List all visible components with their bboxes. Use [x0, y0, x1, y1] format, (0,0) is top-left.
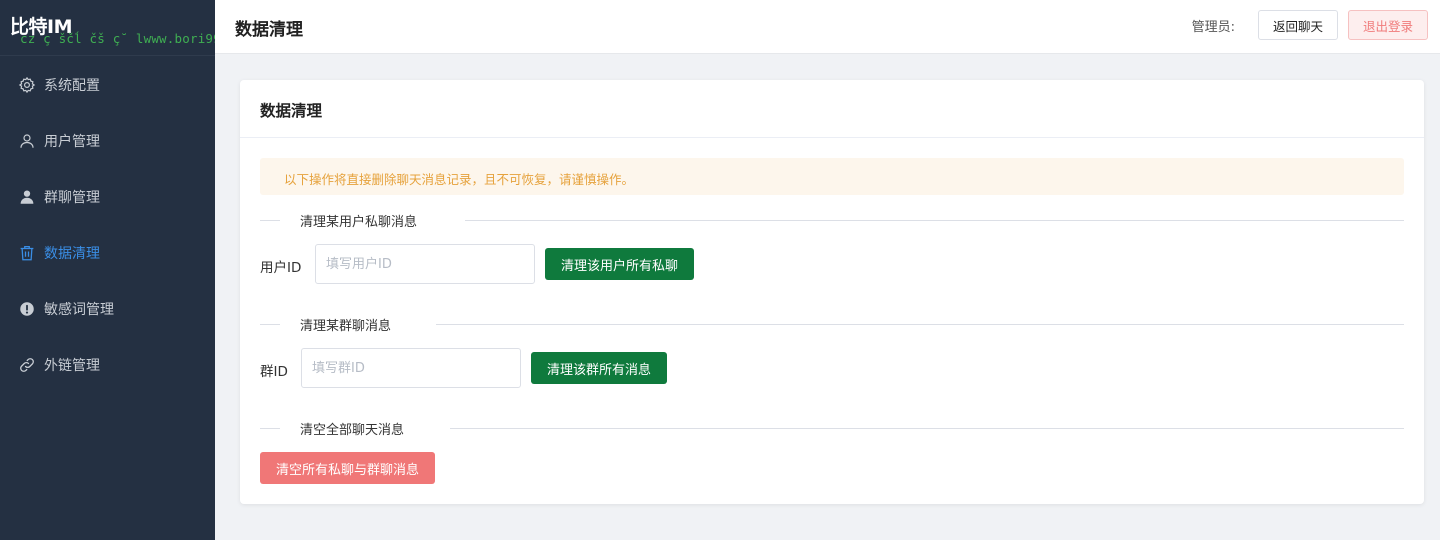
user-outline-icon	[18, 132, 36, 150]
sidebar-item-label: 群聊管理	[44, 190, 100, 206]
clear-group-button[interactable]: 清理该群所有消息	[531, 352, 668, 384]
section-divider-user: 清理某用户私聊消息	[260, 210, 1404, 230]
data-cleanup-card: 数据清理 以下操作将直接删除聊天消息记录，且不可恢复，请谨慎操作。 清理某用户私…	[240, 80, 1424, 504]
warning-alert: 以下操作将直接删除聊天消息记录，且不可恢复，请谨慎操作。	[260, 158, 1404, 195]
page-title: 数据清理	[235, 20, 303, 40]
section-title-group: 清理某群聊消息	[300, 315, 412, 334]
trash-icon	[18, 244, 36, 262]
sidebar-item-user-management[interactable]: 用户管理	[0, 113, 215, 169]
section-divider-all: 清空全部聊天消息	[260, 418, 1404, 438]
sidebar-item-external-links[interactable]: 外链管理	[0, 337, 215, 393]
link-icon	[18, 356, 36, 374]
logout-button[interactable]: 退出登录	[1347, 10, 1428, 40]
top-header: 数据清理 管理员: 返回聊天 退出登录	[215, 0, 1440, 54]
sidebar: 比特IM cz ç ščĺ čš ç˘ lwww.bori99.com 系统配置…	[0, 0, 252, 540]
group-id-label: 群ID	[260, 364, 288, 380]
sidebar-item-label: 数据清理	[44, 246, 100, 262]
sidebar-item-label: 用户管理	[44, 134, 100, 150]
sidebar-item-data-cleanup[interactable]: 数据清理	[0, 225, 215, 281]
divider-line	[436, 324, 1404, 325]
admin-label: 管理员:	[1191, 19, 1235, 35]
card-title: 数据清理	[260, 102, 323, 120]
sidebar-item-group-management[interactable]: 群聊管理	[0, 169, 215, 225]
back-to-chat-button[interactable]: 返回聊天	[1257, 10, 1338, 40]
header-actions: 管理员: 返回聊天 退出登录	[1192, 10, 1428, 40]
section-title-user: 清理某用户私聊消息	[300, 211, 438, 230]
warning-circle-icon	[18, 300, 36, 318]
divider-line	[260, 324, 280, 325]
brand: 比特IM cz ç ščĺ čš ç˘ lwww.bori99.com	[0, 0, 252, 56]
divider-line	[450, 428, 1404, 429]
sidebar-item-system-config[interactable]: 系统配置	[0, 57, 215, 113]
card-header: 数据清理	[240, 80, 1424, 138]
user-filled-icon	[18, 188, 36, 206]
clear-all-messages-button[interactable]: 清空所有私聊与群聊消息	[260, 452, 436, 484]
sidebar-item-sensitive-words[interactable]: 敏感词管理	[0, 281, 215, 337]
sidebar-item-label: 敏感词管理	[44, 302, 114, 318]
clear-user-private-button[interactable]: 清理该用户所有私聊	[545, 248, 695, 280]
group-id-input[interactable]	[301, 348, 521, 388]
section-divider-group: 清理某群聊消息	[260, 314, 1404, 334]
section-title-all: 清空全部聊天消息	[300, 419, 425, 438]
gear-icon	[18, 76, 36, 94]
sidebar-item-label: 外链管理	[44, 358, 100, 374]
user-id-label: 用户ID	[260, 260, 302, 276]
divider-line	[465, 220, 1404, 221]
divider-line	[260, 428, 280, 429]
divider-line	[260, 220, 280, 221]
user-id-input[interactable]	[315, 244, 535, 284]
sidebar-item-label: 系统配置	[44, 78, 100, 94]
